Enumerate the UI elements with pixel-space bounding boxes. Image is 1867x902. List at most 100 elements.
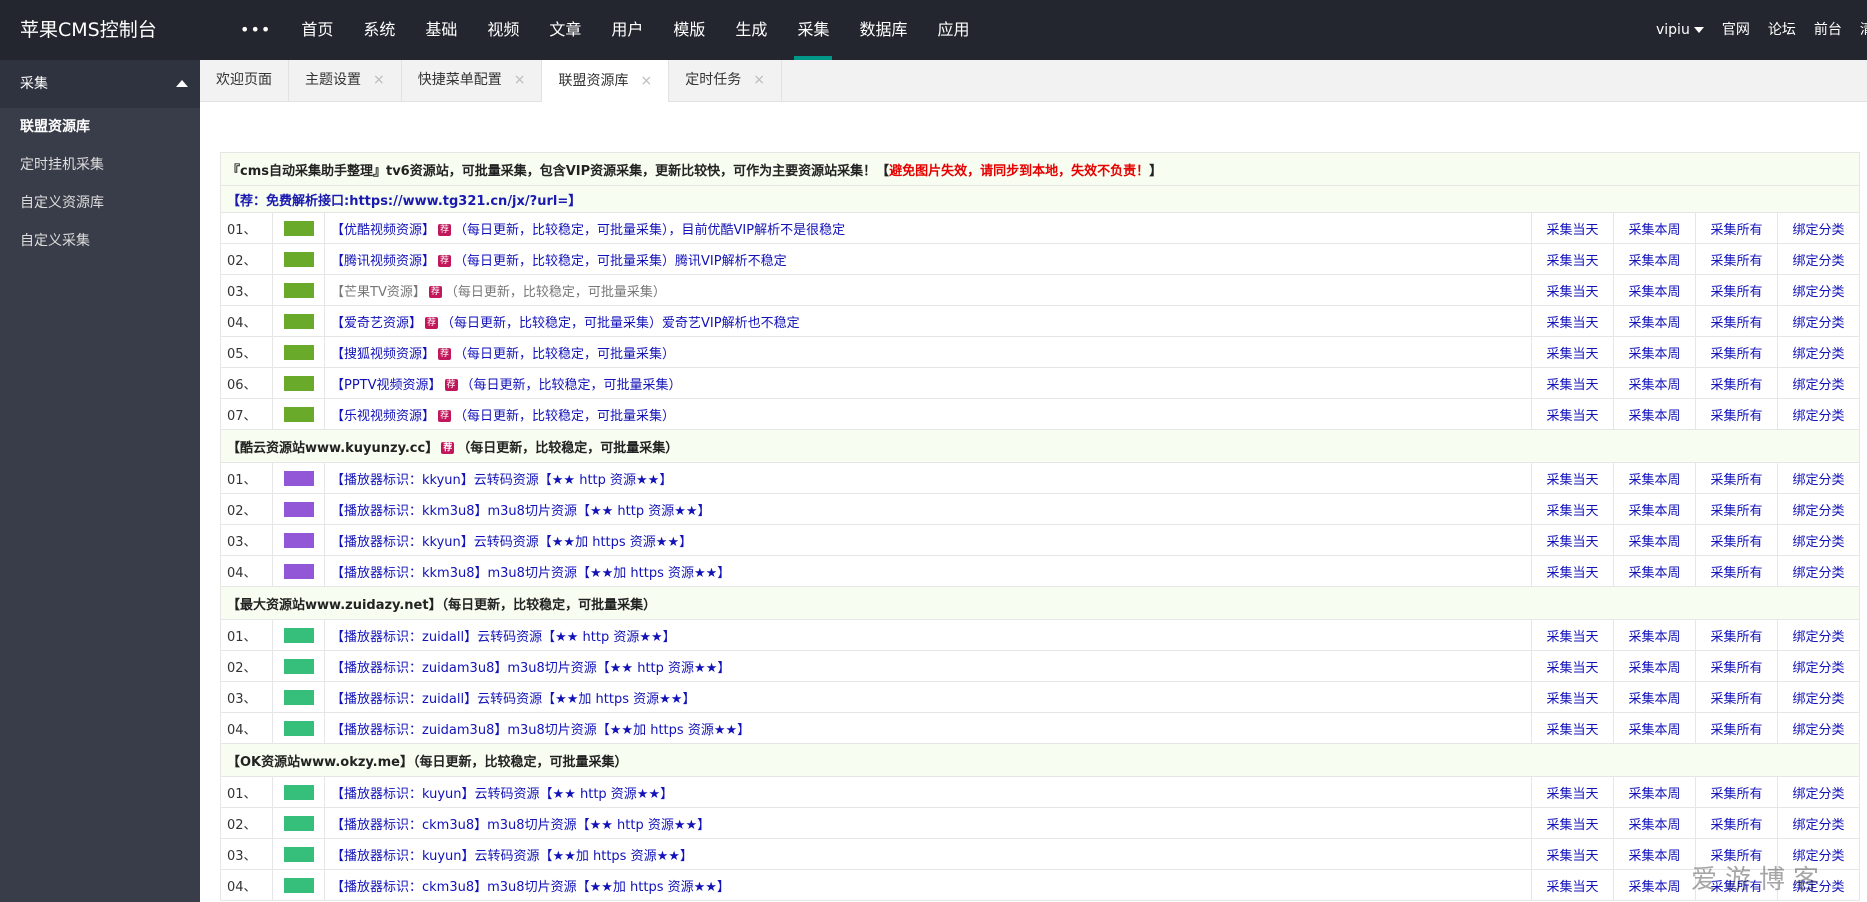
collect-today-button[interactable]: 采集当天: [1530, 336, 1614, 368]
collect-week-button[interactable]: 采集本周: [1612, 869, 1696, 901]
collect-today-button[interactable]: 采集当天: [1530, 524, 1614, 556]
nav-item-5[interactable]: 用户: [596, 0, 658, 60]
collect-all-button[interactable]: 采集所有: [1694, 274, 1778, 306]
close-icon[interactable]: ×: [753, 60, 765, 101]
resource-link[interactable]: 【播放器标识：kkyun】云转码资源【★★ http 资源★★】: [331, 473, 672, 488]
bind-category-button[interactable]: 绑定分类: [1776, 493, 1861, 525]
collect-today-button[interactable]: 采集当天: [1530, 367, 1614, 399]
bind-category-button[interactable]: 绑定分类: [1776, 274, 1861, 306]
collect-today-button[interactable]: 采集当天: [1530, 493, 1614, 525]
nav-item-8[interactable]: 采集: [782, 0, 844, 60]
collect-today-button[interactable]: 采集当天: [1530, 305, 1614, 337]
collect-all-button[interactable]: 采集所有: [1694, 305, 1778, 337]
link-official[interactable]: 官网: [1713, 0, 1759, 60]
tab-2[interactable]: 快捷菜单配置 ×: [402, 60, 543, 101]
bind-category-button[interactable]: 绑定分类: [1776, 305, 1861, 337]
collect-week-button[interactable]: 采集本周: [1612, 212, 1696, 244]
collect-week-button[interactable]: 采集本周: [1612, 555, 1696, 587]
collect-week-button[interactable]: 采集本周: [1612, 462, 1696, 494]
resource-link[interactable]: 【PPTV视频资源】: [331, 378, 442, 393]
collect-week-button[interactable]: 采集本周: [1612, 367, 1696, 399]
collect-all-button[interactable]: 采集所有: [1694, 336, 1778, 368]
bind-category-button[interactable]: 绑定分类: [1776, 555, 1861, 587]
collect-all-button[interactable]: 采集所有: [1694, 619, 1778, 651]
collect-week-button[interactable]: 采集本周: [1612, 807, 1696, 839]
resource-link[interactable]: 【播放器标识：ckm3u8】m3u8切片资源【★★加 https 资源★★】: [331, 880, 730, 895]
resource-link[interactable]: 【播放器标识：zuidam3u8】m3u8切片资源【★★ http 资源★★】: [331, 661, 730, 676]
collect-today-button[interactable]: 采集当天: [1530, 650, 1614, 682]
brand-title[interactable]: 苹果CMS控制台: [20, 0, 157, 60]
close-icon[interactable]: ×: [373, 60, 385, 101]
collect-week-button[interactable]: 采集本周: [1612, 336, 1696, 368]
collect-today-button[interactable]: 采集当天: [1530, 712, 1614, 744]
bind-category-button[interactable]: 绑定分类: [1776, 398, 1861, 430]
collect-week-button[interactable]: 采集本周: [1612, 619, 1696, 651]
bind-category-button[interactable]: 绑定分类: [1776, 462, 1861, 494]
collect-week-button[interactable]: 采集本周: [1612, 776, 1696, 808]
resource-link[interactable]: 【播放器标识：kuyun】云转码资源【★★ http 资源★★】: [331, 787, 673, 802]
tab-1[interactable]: 主题设置 ×: [289, 60, 402, 101]
resource-link[interactable]: 【爱奇艺资源】: [331, 316, 422, 331]
nav-item-1[interactable]: 系统: [348, 0, 410, 60]
resource-link[interactable]: 【播放器标识：kkm3u8】m3u8切片资源【★★加 https 资源★★】: [331, 566, 730, 581]
collect-all-button[interactable]: 采集所有: [1694, 807, 1778, 839]
collect-today-button[interactable]: 采集当天: [1530, 398, 1614, 430]
nav-item-9[interactable]: 数据库: [844, 0, 922, 60]
user-menu[interactable]: vipiu: [1647, 0, 1713, 60]
bind-category-button[interactable]: 绑定分类: [1776, 212, 1861, 244]
bind-category-button[interactable]: 绑定分类: [1776, 367, 1861, 399]
bind-category-button[interactable]: 绑定分类: [1776, 243, 1861, 275]
collect-week-button[interactable]: 采集本周: [1612, 838, 1696, 870]
collect-today-button[interactable]: 采集当天: [1530, 243, 1614, 275]
collect-week-button[interactable]: 采集本周: [1612, 274, 1696, 306]
collect-all-button[interactable]: 采集所有: [1694, 243, 1778, 275]
collect-all-button[interactable]: 采集所有: [1694, 462, 1778, 494]
bind-category-button[interactable]: 绑定分类: [1776, 619, 1861, 651]
tab-4[interactable]: 定时任务 ×: [669, 60, 782, 101]
link-forum[interactable]: 论坛: [1759, 0, 1805, 60]
bind-category-button[interactable]: 绑定分类: [1776, 681, 1861, 713]
nav-item-0[interactable]: 首页: [286, 0, 348, 60]
collect-all-button[interactable]: 采集所有: [1694, 524, 1778, 556]
collect-today-button[interactable]: 采集当天: [1530, 274, 1614, 306]
bind-category-button[interactable]: 绑定分类: [1776, 650, 1861, 682]
resource-link[interactable]: 【播放器标识：ckm3u8】m3u8切片资源【★★ http 资源★★】: [331, 818, 710, 833]
collect-all-button[interactable]: 采集所有: [1694, 776, 1778, 808]
resource-link[interactable]: 【播放器标识：zuidam3u8】m3u8切片资源【★★加 https 资源★★…: [331, 723, 750, 738]
collect-today-button[interactable]: 采集当天: [1530, 869, 1614, 901]
collect-today-button[interactable]: 采集当天: [1530, 807, 1614, 839]
nav-item-6[interactable]: 模版: [658, 0, 720, 60]
resource-link[interactable]: 【乐视视频资源】: [331, 409, 435, 424]
nav-item-10[interactable]: 应用: [922, 0, 984, 60]
collect-week-button[interactable]: 采集本周: [1612, 524, 1696, 556]
collect-week-button[interactable]: 采集本周: [1612, 305, 1696, 337]
collect-all-button[interactable]: 采集所有: [1694, 555, 1778, 587]
resource-link[interactable]: 【优酷视频资源】: [331, 223, 435, 238]
bind-category-button[interactable]: 绑定分类: [1776, 524, 1861, 556]
collect-week-button[interactable]: 采集本周: [1612, 243, 1696, 275]
sidebar-item-custom-collect[interactable]: 自定义采集: [0, 222, 200, 260]
nav-item-2[interactable]: 基础: [410, 0, 472, 60]
collect-week-button[interactable]: 采集本周: [1612, 712, 1696, 744]
sidebar-item-union-library[interactable]: 联盟资源库: [0, 108, 200, 146]
collect-all-button[interactable]: 采集所有: [1694, 712, 1778, 744]
nav-item-7[interactable]: 生成: [720, 0, 782, 60]
resource-link[interactable]: 【腾讯视频资源】: [331, 254, 435, 269]
collect-today-button[interactable]: 采集当天: [1530, 462, 1614, 494]
resource-link[interactable]: 【搜狐视频资源】: [331, 347, 435, 362]
link-frontend[interactable]: 前台: [1805, 0, 1851, 60]
collect-today-button[interactable]: 采集当天: [1530, 619, 1614, 651]
resource-link[interactable]: 【播放器标识：kkyun】云转码资源【★★加 https 资源★★】: [331, 535, 692, 550]
bind-category-button[interactable]: 绑定分类: [1776, 776, 1861, 808]
collect-all-button[interactable]: 采集所有: [1694, 367, 1778, 399]
tab-3[interactable]: 联盟资源库 ×: [542, 60, 670, 102]
sidebar-item-custom-library[interactable]: 自定义资源库: [0, 184, 200, 222]
collect-week-button[interactable]: 采集本周: [1612, 650, 1696, 682]
bind-category-button[interactable]: 绑定分类: [1776, 336, 1861, 368]
group-subtitle[interactable]: 【荐：免费解析接口:https://www.tg321.cn/jx/?url=】: [220, 185, 1860, 213]
resource-link[interactable]: 【播放器标识：kkm3u8】m3u8切片资源【★★ http 资源★★】: [331, 504, 711, 519]
collect-today-button[interactable]: 采集当天: [1530, 555, 1614, 587]
resource-link[interactable]: 【播放器标识：zuidall】云转码资源【★★加 https 资源★★】: [331, 692, 695, 707]
link-clear-cache[interactable]: 清缓存: [1851, 0, 1867, 60]
collect-week-button[interactable]: 采集本周: [1612, 398, 1696, 430]
